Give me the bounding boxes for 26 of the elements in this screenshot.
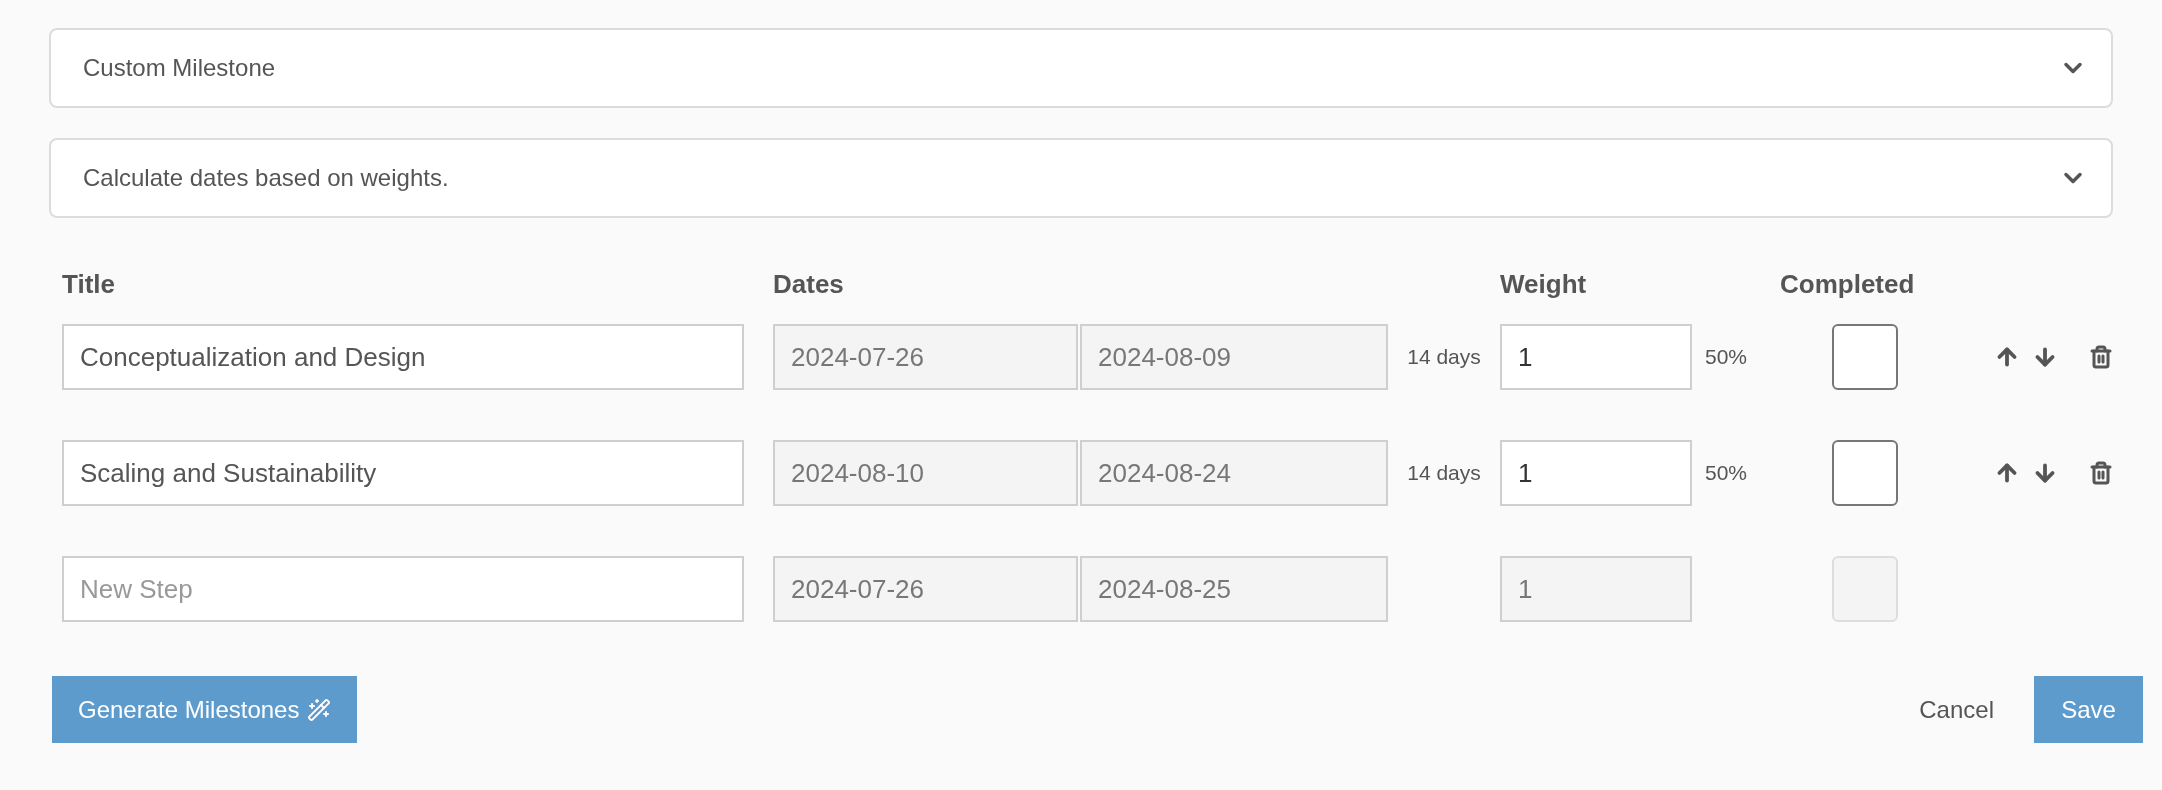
column-header: Completed bbox=[1780, 267, 1915, 301]
select-value: Custom Milestone bbox=[83, 53, 276, 83]
start-date-field[interactable]: 2024-07-26 bbox=[773, 324, 1078, 390]
column-header: Dates bbox=[773, 267, 845, 301]
title-input[interactable]: Scaling and Sustainability bbox=[62, 440, 744, 506]
select-value: Calculate dates based on weights. bbox=[83, 163, 449, 193]
magic-wand-icon bbox=[307, 697, 332, 722]
completed-checkbox[interactable] bbox=[1832, 324, 1898, 390]
end-date-field[interactable]: 2024-08-24 bbox=[1080, 440, 1388, 506]
end-date-field[interactable]: 2024-08-09 bbox=[1080, 324, 1388, 390]
column-header: Weight bbox=[1500, 267, 1588, 301]
duration-text: 14 days bbox=[1407, 344, 1481, 371]
weight-input[interactable]: 1 bbox=[1500, 440, 1692, 506]
title-input[interactable]: Conceptualization and Design bbox=[62, 324, 744, 390]
weight-percent: 50% bbox=[1705, 461, 1748, 485]
weight-percent: 50% bbox=[1705, 345, 1748, 369]
duration-text: 14 days bbox=[1407, 460, 1481, 487]
cancel-button[interactable]: Cancel bbox=[1915, 676, 1998, 743]
weight-input[interactable]: 1 bbox=[1500, 324, 1692, 390]
generate-milestones-button[interactable]: Generate Milestones bbox=[52, 676, 358, 743]
save-button[interactable]: Save bbox=[2034, 676, 2143, 743]
dropdown-select[interactable]: Custom Milestone bbox=[49, 28, 2113, 108]
start-date-field[interactable]: 2024-08-10 bbox=[773, 440, 1078, 506]
completed-checkbox[interactable] bbox=[1832, 440, 1898, 506]
dropdown-select[interactable]: Calculate dates based on weights. bbox=[49, 138, 2113, 218]
column-header: Title bbox=[62, 267, 116, 301]
